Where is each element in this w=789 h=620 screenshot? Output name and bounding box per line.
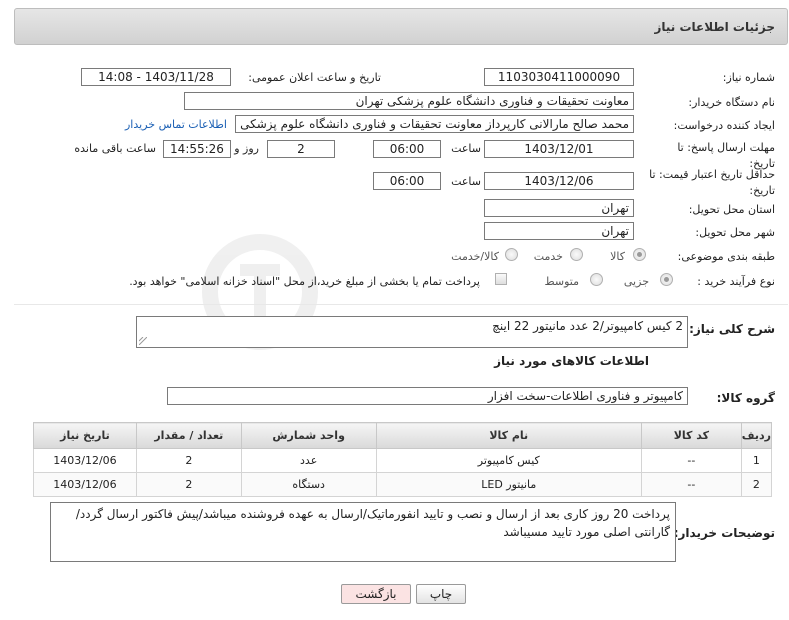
city-field: تهران bbox=[484, 222, 634, 240]
resize-handle-icon[interactable] bbox=[139, 337, 147, 345]
col-row: ردیف bbox=[740, 422, 773, 449]
description-label: شرح کلی نیاز: bbox=[689, 322, 775, 336]
divider bbox=[14, 304, 788, 305]
city-label: شهر محل تحویل: bbox=[695, 226, 775, 239]
buyer-contact-link[interactable]: اطلاعات تماس خریدار bbox=[125, 118, 227, 131]
buyer-field: معاونت تحقیقات و فناوری دانشگاه علوم پزش… bbox=[184, 92, 634, 110]
cell-unit: دستگاه bbox=[240, 472, 377, 497]
process-option-minor: جزیی bbox=[623, 275, 649, 288]
deadline-time-label: ساعت bbox=[451, 142, 481, 155]
category-option-goods-service: کالا/خدمت bbox=[451, 250, 499, 263]
print-button[interactable]: چاپ bbox=[416, 584, 466, 604]
page-title: جزئیات اطلاعات نیاز bbox=[654, 20, 775, 34]
table-header-row: ردیف کد کالا نام کالا واحد شمارش تعداد /… bbox=[33, 422, 773, 449]
deadline-date-field: 1403/12/01 bbox=[484, 140, 634, 158]
buyer-notes-label: توضیحات خریدار: bbox=[673, 526, 775, 540]
category-label: طبقه بندی موضوعی: bbox=[677, 250, 775, 263]
goods-info-title: اطلاعات کالاهای مورد نیاز bbox=[494, 354, 649, 368]
goods-group-label: گروه کالا: bbox=[716, 391, 775, 405]
goods-group-field: کامپیوتر و فناوری اطلاعات-سخت افزار bbox=[167, 387, 688, 405]
category-radio-service[interactable] bbox=[570, 248, 583, 261]
page-header: جزئیات اطلاعات نیاز bbox=[14, 8, 788, 45]
need-number-field: 1103030411000090 bbox=[484, 68, 634, 86]
col-code: کد کالا bbox=[640, 422, 742, 449]
back-button[interactable]: بازگشت bbox=[341, 584, 411, 604]
province-label: استان محل تحویل: bbox=[688, 203, 775, 216]
cell-qty: 2 bbox=[135, 472, 242, 497]
col-date: تاریخ نیاز bbox=[33, 422, 137, 449]
process-label: نوع فرآیند خرید : bbox=[697, 275, 775, 288]
remaining-time-field: 14:55:26 bbox=[163, 140, 231, 158]
cell-row: 1 bbox=[740, 448, 773, 473]
buyer-label: نام دستگاه خریدار: bbox=[688, 96, 775, 109]
col-name: نام کالا bbox=[375, 422, 642, 449]
need-number-label: شماره نیاز: bbox=[722, 71, 775, 84]
category-radio-goods[interactable] bbox=[633, 248, 646, 261]
validity-time-field: 06:00 bbox=[373, 172, 441, 190]
description-textarea[interactable]: 2 کیس کامپیوتر/2 عدد مانیتور 22 اینچ bbox=[136, 316, 688, 348]
announce-label: تاریخ و ساعت اعلان عمومی: bbox=[248, 71, 381, 84]
announce-field: 1403/11/28 - 14:08 bbox=[81, 68, 231, 86]
category-radio-goods-service[interactable] bbox=[505, 248, 518, 261]
category-option-goods: کالا bbox=[610, 250, 625, 263]
col-unit: واحد شمارش bbox=[240, 422, 377, 449]
cell-qty: 2 bbox=[135, 448, 242, 473]
validity-label: حداقل تاریخ اعتبار قیمت: تا تاریخ: bbox=[649, 168, 775, 197]
goods-table: ردیف کد کالا نام کالا واحد شمارش تعداد /… bbox=[33, 422, 773, 497]
creator-label: ایجاد کننده درخواست: bbox=[673, 119, 775, 132]
cell-name: کیس کامپیوتر bbox=[375, 448, 642, 473]
remaining-label: ساعت باقی مانده bbox=[74, 142, 156, 155]
days-label: روز و bbox=[234, 142, 259, 155]
process-radio-medium[interactable] bbox=[590, 273, 603, 286]
col-qty: تعداد / مقدار bbox=[135, 422, 242, 449]
cell-code: -- bbox=[640, 472, 742, 497]
days-count-field: 2 bbox=[267, 140, 335, 158]
validity-date-field: 1403/12/06 bbox=[484, 172, 634, 190]
treasury-payment-note: پرداخت تمام یا بخشی از مبلغ خرید،از محل … bbox=[129, 275, 480, 288]
process-radio-minor[interactable] bbox=[660, 273, 673, 286]
buyer-notes-textarea[interactable]: پرداخت 20 روز کاری بعد از ارسال و نصب و … bbox=[50, 502, 676, 562]
cell-row: 2 bbox=[740, 472, 773, 497]
process-option-medium: متوسط bbox=[544, 275, 579, 288]
cell-code: -- bbox=[640, 448, 742, 473]
cell-unit: عدد bbox=[240, 448, 377, 473]
creator-field: محمد صالح مارالانی کارپرداز معاونت تحقیق… bbox=[235, 115, 634, 133]
treasury-payment-checkbox[interactable] bbox=[495, 273, 507, 285]
province-field: تهران bbox=[484, 199, 634, 217]
cell-date: 1403/12/06 bbox=[33, 472, 137, 497]
cell-name: مانیتور LED bbox=[375, 472, 642, 497]
table-row: 1 -- کیس کامپیوتر عدد 2 1403/12/06 bbox=[33, 448, 773, 473]
deadline-time-field: 06:00 bbox=[373, 140, 441, 158]
cell-date: 1403/12/06 bbox=[33, 448, 137, 473]
validity-time-label: ساعت bbox=[451, 175, 481, 188]
category-option-service: خدمت bbox=[533, 250, 563, 263]
table-row: 2 -- مانیتور LED دستگاه 2 1403/12/06 bbox=[33, 472, 773, 497]
